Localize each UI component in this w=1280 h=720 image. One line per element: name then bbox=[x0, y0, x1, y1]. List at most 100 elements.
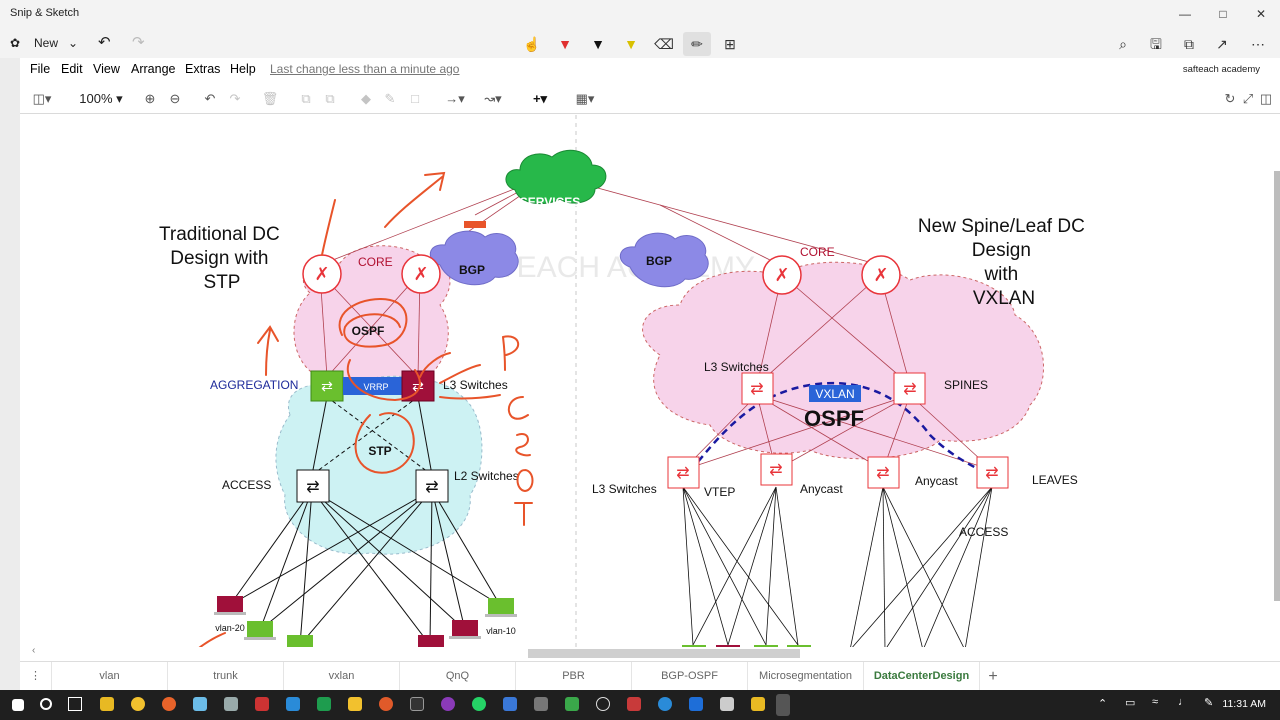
redo-icon[interactable]: ↷ bbox=[132, 32, 145, 54]
eraser-icon[interactable]: ⌫ bbox=[650, 32, 678, 56]
zoom-in-icon[interactable]: ⊕ bbox=[140, 90, 160, 108]
panel-toggle-icon[interactable]: ◫ bbox=[1258, 90, 1274, 108]
touch-writing-icon[interactable]: ☝ bbox=[518, 32, 546, 56]
fullscreen-icon[interactable]: ⤢ bbox=[1240, 90, 1256, 108]
redo-diagram-icon[interactable]: ↷ bbox=[225, 90, 245, 108]
format-panel-icon[interactable]: ◫▾ bbox=[28, 90, 56, 108]
app-icon[interactable] bbox=[379, 697, 393, 711]
host-icon bbox=[449, 620, 481, 639]
ballpoint-pen-icon[interactable]: ▼ bbox=[551, 32, 579, 56]
app-icon[interactable] bbox=[534, 697, 548, 711]
file-explorer-icon[interactable] bbox=[100, 697, 114, 711]
to-back-icon[interactable]: ⧉ bbox=[320, 90, 340, 108]
app-icon[interactable] bbox=[255, 697, 269, 711]
menu-file[interactable]: File bbox=[30, 62, 50, 76]
delete-icon[interactable]: 🗑 bbox=[260, 90, 280, 108]
tab-microsegmentation[interactable]: Microsegmentation bbox=[748, 662, 864, 691]
copy-icon[interactable]: ⧉ bbox=[1175, 32, 1203, 56]
app-icon[interactable] bbox=[689, 697, 703, 711]
task-view-icon[interactable] bbox=[68, 697, 82, 711]
tab-vxlan[interactable]: vxlan bbox=[284, 662, 400, 691]
pencil-icon[interactable]: ▼ bbox=[584, 32, 612, 56]
maximize-button[interactable]: □ bbox=[1208, 4, 1238, 24]
waypoints-icon[interactable]: ↝▾ bbox=[478, 90, 508, 108]
more-options-icon[interactable]: ⋯ bbox=[1244, 32, 1272, 56]
crop-icon[interactable]: ⊞ bbox=[716, 32, 744, 56]
app-icon[interactable] bbox=[317, 697, 331, 711]
tab-datacenterdesign[interactable]: DataCenterDesign bbox=[864, 662, 980, 691]
window-titlebar: Snip & Sketch — □ ✕ bbox=[0, 0, 1280, 28]
app-icon[interactable] bbox=[627, 697, 641, 711]
tab-vlan[interactable]: vlan bbox=[52, 662, 168, 691]
chevron-down-icon[interactable]: ⌄ bbox=[68, 32, 78, 54]
save-icon[interactable]: 🖫 bbox=[1142, 32, 1170, 56]
insert-icon[interactable]: +▾ bbox=[525, 90, 555, 108]
horizontal-scrollbar[interactable]: ‹ bbox=[30, 645, 1270, 659]
svg-text:⇄: ⇄ bbox=[903, 381, 916, 398]
last-change-link[interactable]: Last change less than a minute ago bbox=[270, 62, 459, 76]
tab-trunk[interactable]: trunk bbox=[168, 662, 284, 691]
menu-help[interactable]: Help bbox=[230, 62, 256, 76]
app-icon[interactable] bbox=[441, 697, 455, 711]
firefox-icon[interactable] bbox=[162, 697, 176, 711]
undo-diagram-icon[interactable]: ↶ bbox=[200, 90, 220, 108]
to-front-icon[interactable]: ⧉ bbox=[296, 90, 316, 108]
chrome-icon[interactable] bbox=[131, 697, 145, 711]
app-icon[interactable] bbox=[348, 697, 362, 711]
line-color-icon[interactable]: ✎ bbox=[380, 90, 400, 108]
app-icon[interactable] bbox=[565, 697, 579, 711]
new-snip-button[interactable]: New bbox=[34, 32, 58, 54]
clock[interactable]: 11:31 AM bbox=[1222, 698, 1266, 710]
menu-view[interactable]: View bbox=[93, 62, 120, 76]
undo-icon[interactable]: ↶ bbox=[98, 32, 111, 54]
highlighter-icon[interactable]: ▼ bbox=[617, 32, 645, 56]
connection-style-icon[interactable]: →▾ bbox=[440, 90, 470, 108]
host-label: vlan-10 bbox=[486, 626, 516, 636]
app-icon[interactable] bbox=[751, 697, 765, 711]
app-icon[interactable] bbox=[286, 697, 300, 711]
pages-menu-icon[interactable]: ⋮ bbox=[20, 662, 52, 691]
windows-start-icon[interactable] bbox=[12, 699, 24, 711]
pen-icon[interactable]: ✎ bbox=[1204, 696, 1213, 709]
svg-text:⇄: ⇄ bbox=[676, 465, 689, 482]
calculator-icon[interactable] bbox=[224, 697, 238, 711]
scroll-left-icon[interactable]: ‹ bbox=[32, 645, 35, 656]
zoom-select[interactable]: 100% ▾ bbox=[76, 90, 126, 108]
refresh-icon[interactable]: ↻ bbox=[1222, 90, 1238, 108]
zoom-out-icon[interactable]: ⊖ bbox=[165, 90, 185, 108]
new-snip-icon[interactable]: ✿ bbox=[10, 32, 20, 54]
vertical-scrollbar[interactable] bbox=[1274, 171, 1280, 601]
ruler-icon[interactable]: ✏ bbox=[683, 32, 711, 56]
volume-icon[interactable]: ♩ bbox=[1178, 696, 1189, 708]
terminal-icon[interactable] bbox=[410, 697, 424, 711]
chevron-up-icon[interactable]: ⌃ bbox=[1098, 697, 1107, 710]
network-icon[interactable]: ▭ bbox=[1125, 696, 1135, 709]
diagram-canvas[interactable]: SAFTEACH ACADEMY SERVICES BGP BGP Tradit… bbox=[20, 115, 1280, 650]
app-icon[interactable] bbox=[503, 697, 517, 711]
scroll-thumb[interactable] bbox=[528, 649, 800, 658]
account-name[interactable]: safteach academy bbox=[1183, 64, 1260, 75]
close-button[interactable]: ✕ bbox=[1246, 4, 1276, 24]
tab-bgp-ospf[interactable]: BGP-OSPF bbox=[632, 662, 748, 691]
tab-qnq[interactable]: QnQ bbox=[400, 662, 516, 691]
menu-edit[interactable]: Edit bbox=[61, 62, 83, 76]
menu-arrange[interactable]: Arrange bbox=[131, 62, 175, 76]
app-icon[interactable] bbox=[720, 697, 734, 711]
minimize-button[interactable]: — bbox=[1170, 4, 1200, 24]
table-icon[interactable]: ▦▾ bbox=[570, 90, 600, 108]
wifi-icon[interactable]: ≈ bbox=[1152, 696, 1158, 708]
app-icon[interactable] bbox=[596, 697, 610, 711]
search-icon[interactable] bbox=[40, 698, 52, 710]
share-icon[interactable]: ↗ bbox=[1208, 32, 1236, 56]
zoom-icon[interactable]: ⌕ bbox=[1109, 32, 1137, 56]
tab-pbr[interactable]: PBR bbox=[516, 662, 632, 691]
app-icon[interactable] bbox=[193, 697, 207, 711]
shadow-icon[interactable]: □ bbox=[405, 90, 425, 108]
edge-icon[interactable] bbox=[658, 697, 672, 711]
leaf-switch-icon: ⇄ bbox=[667, 456, 700, 489]
fill-color-icon[interactable]: ◆ bbox=[356, 90, 376, 108]
menu-extras[interactable]: Extras bbox=[185, 62, 220, 76]
add-page-icon[interactable]: + bbox=[980, 662, 1006, 691]
snip-sketch-taskbar-icon[interactable] bbox=[776, 694, 790, 716]
whatsapp-icon[interactable] bbox=[472, 697, 486, 711]
